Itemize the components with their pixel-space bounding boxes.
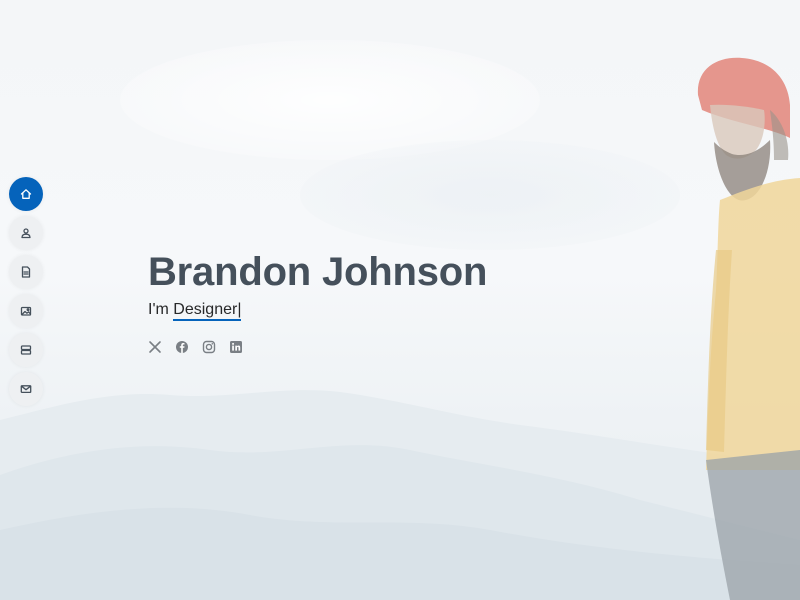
- nav-contact-button[interactable]: [9, 372, 43, 406]
- typed-role-text: Designer|: [173, 301, 242, 321]
- envelope-icon: [20, 385, 32, 394]
- facebook-icon: [176, 341, 188, 353]
- nav-resume-button[interactable]: [9, 255, 43, 289]
- hero-name: Brandon Johnson: [148, 250, 488, 294]
- mountains-illustration: [0, 390, 800, 600]
- facebook-link[interactable]: [175, 340, 189, 354]
- linkedin-icon: [230, 341, 242, 353]
- instagram-link[interactable]: [202, 340, 216, 354]
- linkedin-link[interactable]: [229, 340, 243, 354]
- nav-about-button[interactable]: [9, 216, 43, 250]
- nav-services-button[interactable]: [9, 333, 43, 367]
- typed-cursor: |: [237, 301, 242, 318]
- typed-word: Designer: [173, 301, 238, 318]
- person-photo: [697, 57, 800, 600]
- home-icon: [20, 189, 32, 199]
- hero-tagline: I'm Designer|: [148, 300, 487, 321]
- twitter-link[interactable]: [148, 340, 162, 354]
- cloud-haze: [300, 140, 680, 250]
- nav-home-button[interactable]: [9, 177, 43, 211]
- side-navigation: [9, 177, 43, 411]
- x-twitter-icon: [149, 341, 161, 353]
- social-links: [148, 340, 487, 354]
- file-icon: [21, 266, 31, 278]
- person-icon: [21, 228, 31, 239]
- server-icon: [20, 345, 32, 355]
- instagram-icon: [202, 340, 216, 354]
- nav-portfolio-button[interactable]: [9, 294, 43, 328]
- images-icon: [20, 306, 32, 316]
- hero-content: Brandon Johnson I'm Designer|: [148, 248, 487, 354]
- tagline-prefix: I'm: [148, 301, 169, 318]
